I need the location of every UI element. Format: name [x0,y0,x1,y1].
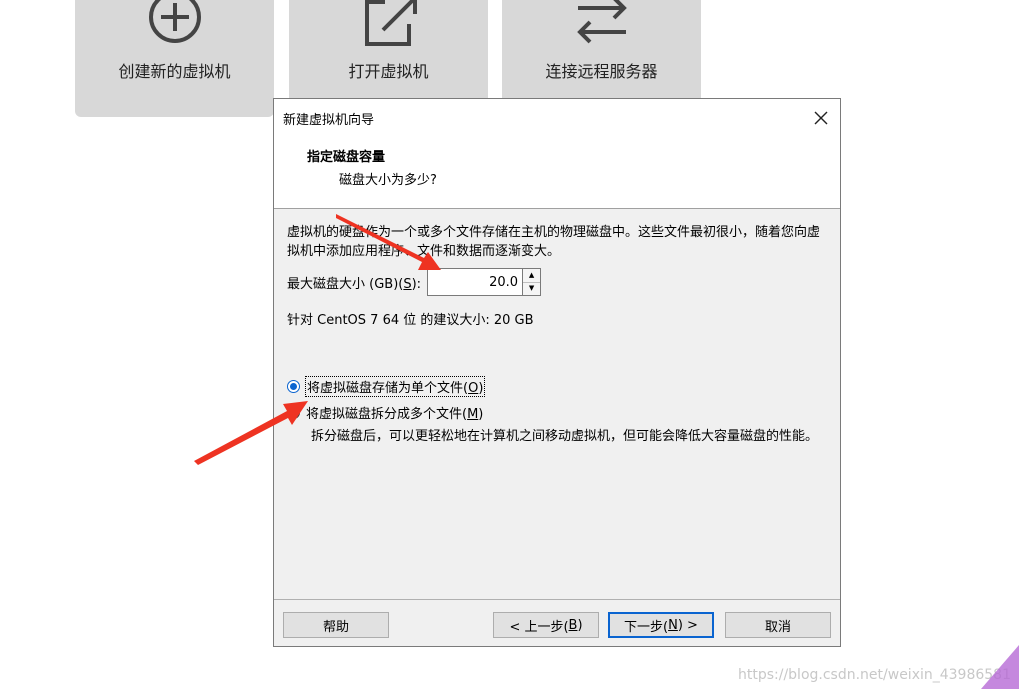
split-description: 拆分磁盘后，可以更轻松地在计算机之间移动虚拟机，但可能会降低大容量磁盘的性能。 [311,429,819,444]
max-size-label: 最大磁盘大小 (GB)(S): [287,276,422,292]
tile-create-new-vm[interactable]: 创建新的虚拟机 [75,0,274,117]
new-vm-wizard-dialog: 新建虚拟机向导 指定磁盘容量 磁盘大小为多少? 虚拟机的硬盘作为一个或多个文件存… [273,98,841,647]
tile-label: 打开虚拟机 [348,62,429,81]
max-size-row: 最大磁盘大小 (GB)(S): ▲ ▼ [287,267,542,297]
cancel-button[interactable]: 取消 [725,612,831,638]
disk-description: 虚拟机的硬盘作为一个或多个文件存储在主机的物理磁盘中。这些文件最初很小，随着您向… [287,225,821,259]
corner-decoration [981,645,1019,689]
next-button[interactable]: 下一步(N) > [608,612,714,638]
dialog-title: 新建虚拟机向导 [283,113,375,128]
help-button[interactable]: 帮助 [283,612,389,638]
open-file-icon [359,0,419,46]
tile-label: 连接远程服务器 [545,62,658,81]
footer-divider [274,599,840,600]
radio-multiple-files[interactable]: 将虚拟磁盘拆分成多个文件(M) [287,403,483,422]
disk-size-stepper: ▲ ▼ [427,268,542,296]
radio-button-unchecked[interactable] [287,406,300,419]
disk-size-input[interactable] [427,268,524,296]
radio-multi-label: 将虚拟磁盘拆分成多个文件(M) [306,407,484,422]
watermark: https://blog.csdn.net/weixin_43986581 [737,667,1011,683]
recommended-size: 针对 CentOS 7 64 位 的建议大小: 20 GB [287,313,534,328]
tile-label: 创建新的虚拟机 [118,62,231,81]
radio-single-file[interactable]: 将虚拟磁盘存储为单个文件(O) [287,376,486,397]
step-title: 指定磁盘容量 [307,150,386,165]
previous-button[interactable]: < 上一步(B) [493,612,599,638]
swap-arrows-icon [572,0,632,46]
wizard-header: 指定磁盘容量 磁盘大小为多少? [274,137,840,209]
spinner: ▲ ▼ [523,268,542,296]
spin-down-icon[interactable]: ▼ [523,281,541,296]
radio-single-label: 将虚拟磁盘存储为单个文件(O) [304,376,486,397]
spin-up-icon[interactable]: ▲ [523,269,540,282]
close-icon [814,111,828,125]
radio-button-checked[interactable] [287,380,300,393]
dialog-titlebar: 新建虚拟机向导 [274,99,840,137]
step-subtitle: 磁盘大小为多少? [339,173,437,188]
close-button[interactable] [810,107,832,129]
plus-circle-icon [145,0,205,46]
